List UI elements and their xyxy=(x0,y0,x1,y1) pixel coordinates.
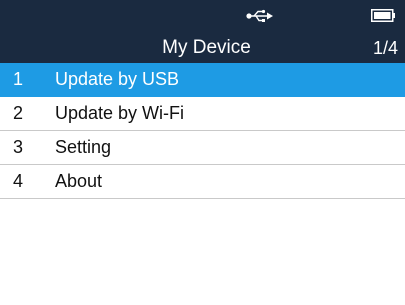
page-title: My Device xyxy=(162,37,251,58)
menu-item-update-by-usb[interactable]: 1 Update by USB xyxy=(0,63,405,97)
title-bar: My Device 1/4 xyxy=(0,32,405,63)
menu-item-number: 3 xyxy=(13,137,24,157)
menu-item-update-by-wifi[interactable]: 2 Update by Wi-Fi xyxy=(0,97,405,131)
menu-item-number: 1 xyxy=(13,69,24,89)
menu-item-label: About xyxy=(55,171,103,191)
menu-list: 1 Update by USB 2 Update by Wi-Fi 3 Sett… xyxy=(0,63,405,199)
menu-item-number: 2 xyxy=(13,103,24,123)
battery-icon xyxy=(371,9,395,22)
device-screen: My Device 1/4 1 Update by USB 2 Update b… xyxy=(0,0,405,305)
menu-item-label: Update by USB xyxy=(55,69,180,89)
menu-item-about[interactable]: 4 About xyxy=(0,165,405,199)
menu-item-label: Update by Wi-Fi xyxy=(55,103,185,123)
menu-item-label: Setting xyxy=(55,137,112,157)
menu-item-number: 4 xyxy=(13,171,24,191)
page-indicator: 1/4 xyxy=(372,38,398,58)
menu-item-setting[interactable]: 3 Setting xyxy=(0,131,405,165)
status-bar xyxy=(0,0,405,32)
usb-icon xyxy=(246,9,273,22)
